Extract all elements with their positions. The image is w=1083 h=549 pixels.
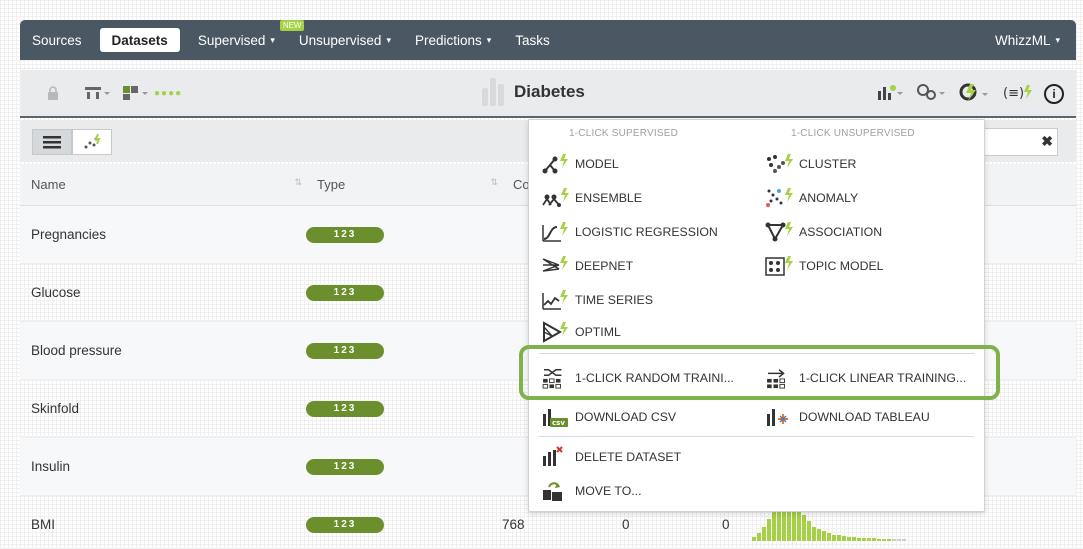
top-nav: Sources Datasets Supervised ▾ NEW Unsupe… [20,20,1076,60]
chevron-down-icon: ▾ [486,34,492,45]
header-type[interactable]: Type ⇅ [306,177,502,192]
menu-item-download-csv[interactable]: csv DOWNLOAD CSV [541,405,676,429]
nav-tasks[interactable]: Tasks [503,20,562,60]
menu-item-ensemble[interactable]: ENSEMBLE [541,186,642,210]
association-icon [765,222,793,242]
numeric-type-badge: 123 [306,226,384,243]
header-name[interactable]: Name ⇅ [20,177,306,192]
toolbar-actions: (≡) i [876,82,1064,105]
dataset-title: Diabetes [514,82,585,101]
settings-icon[interactable] [916,83,946,104]
nav-tasks-label: Tasks [515,32,550,48]
nav-sources-label: Sources [32,32,82,48]
unsupervised-heading: 1-CLICK UNSUPERVISED [791,128,915,139]
filter-icon[interactable]: (≡) [1002,83,1032,104]
numeric-type-badge: 123 [306,458,384,475]
list-icon [43,136,61,149]
svg-text:(≡): (≡) [1003,86,1024,101]
topic-model-icon [765,256,793,276]
download-tableau-icon [767,409,788,426]
nav-unsupervised-label: Unsupervised [298,32,382,48]
sort-icon[interactable] [120,81,150,105]
svg-text:csv: csv [552,419,565,427]
nav-predictions-label: Predictions [414,32,482,48]
anomaly-icon [766,188,793,207]
menu-item-optiml[interactable]: OPTIML [541,320,621,344]
numeric-type-badge: 123 [306,342,384,359]
menu-item-topic-model[interactable]: TOPIC MODEL [765,254,884,278]
menu-item-association[interactable]: ASSOCIATION [765,220,882,244]
oneclick-icon[interactable] [958,82,990,105]
field-name: Pregnancies [31,227,107,242]
nav-supervised[interactable]: Supervised ▾ NEW [186,20,305,60]
menu-item-model[interactable]: MODEL [541,152,619,176]
nav-datasets-label: Datasets [111,32,168,48]
field-name: Blood pressure [31,343,122,358]
ensemble-icon [542,188,569,207]
timeseries-icon [542,290,568,310]
field-name: Insulin [31,459,71,474]
nav-supervised-label: Supervised [197,32,266,48]
nav-datasets[interactable]: Datasets [99,28,180,52]
delete-icon [543,446,563,466]
list-view-button[interactable] [32,129,72,155]
scatter-view-button[interactable] [72,129,112,155]
optiml-icon [543,321,568,343]
numeric-type-badge: 123 [306,516,384,533]
close-icon[interactable]: ✖ [1041,133,1053,150]
menu-item-download-tableau[interactable]: DOWNLOAD TABLEAU [765,405,930,429]
numeric-type-badge: 123 [306,284,384,301]
view-toggle [32,129,112,155]
menu-item-logistic-regression[interactable]: LOGISTIC REGRESSION [541,220,718,244]
model-icon [542,154,568,174]
field-errors: 0 [722,517,730,532]
download-csv-icon: csv [543,409,568,427]
cluster-icon [767,154,793,173]
nav-whizzml-label: WhizzML [994,32,1051,48]
menu-item-time-series[interactable]: TIME SERIES [541,288,653,312]
chevron-down-icon: ▾ [386,34,391,45]
field-missing: 0 [622,517,630,532]
field-name: Glucose [31,285,81,300]
menu-item-move-to[interactable]: MOVE TO... [541,479,642,503]
menu-item-anomaly[interactable]: ANOMALY [765,186,858,210]
oneclick-dropdown-menu: 1-CLICK SUPERVISED 1-CLICK UNSUPERVISED … [528,119,985,512]
field-name: Skinfold [31,401,80,416]
status-dots: ●●●● [154,87,183,99]
menu-item-delete-dataset[interactable]: DELETE DATASET [541,445,681,469]
sort-icon[interactable]: ⇅ [490,177,498,188]
logistic-icon [542,222,568,242]
chevron-down-icon: ▾ [1055,34,1060,45]
split-options-highlight [519,345,1000,400]
info-icon[interactable]: i [1044,83,1064,104]
nav-predictions[interactable]: Predictions ▾ [403,20,503,60]
lock-icon[interactable] [38,81,68,105]
supervised-heading: 1-CLICK SUPERVISED [569,128,679,139]
chart-icon[interactable] [876,83,904,104]
move-icon [543,482,562,501]
deepnet-icon [542,256,568,272]
menu-item-deepnet[interactable]: DEEPNET [541,254,633,278]
field-name: BMI [31,517,56,532]
nav-unsupervised[interactable]: Unsupervised ▾ [287,20,403,60]
tree-icon[interactable] [82,81,112,105]
sort-icon[interactable]: ⇅ [294,177,302,188]
dataset-icon [482,78,504,106]
scatter-icon [84,134,101,149]
menu-divider [539,436,974,437]
nav-sources[interactable]: Sources [20,20,94,60]
dataset-title-group: Diabetes [482,78,585,106]
dataset-toolbar: ●●●● Diabetes (≡) i [20,70,1076,118]
chevron-down-icon: ▾ [270,34,275,45]
nav-whizzml[interactable]: WhizzML ▾ [983,20,1076,60]
numeric-type-badge: 123 [306,400,384,417]
menu-item-cluster[interactable]: CLUSTER [765,152,856,176]
field-count: 768 [502,517,525,532]
